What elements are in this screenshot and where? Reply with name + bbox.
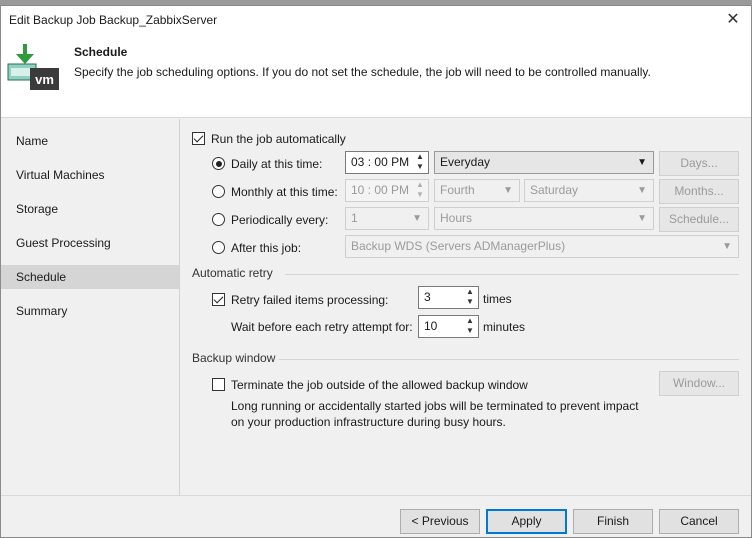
monthly-time-input[interactable]: 10 : 00 PM ▲ ▼ (345, 179, 429, 202)
schedule-panel: Run the job automatically Daily at this … (181, 119, 751, 495)
nav-item-name[interactable]: Name (1, 129, 179, 153)
monthly-week-value: Fourth (440, 183, 475, 197)
daily-time-hour: 03 (351, 155, 365, 169)
title-bar: Edit Backup Job Backup_ZabbixServer ✕ (1, 6, 751, 34)
spin-up-icon[interactable]: ▲ (464, 316, 476, 326)
edit-backup-job-dialog: Edit Backup Job Backup_ZabbixServer ✕ vm… (0, 5, 752, 538)
run-automatically-checkbox[interactable] (192, 132, 205, 145)
periodically-unit-value: Hours (440, 211, 473, 225)
nav-item-label: Storage (16, 202, 59, 216)
spin-up-icon[interactable]: ▲ (414, 180, 426, 190)
after-job-radio[interactable] (212, 241, 225, 254)
wizard-footer: < Previous Apply Finish Cancel (1, 495, 751, 537)
nav-item-summary[interactable]: Summary (1, 299, 179, 323)
months-button[interactable]: Months... (659, 179, 739, 204)
nav-item-storage[interactable]: Storage (1, 197, 179, 221)
nav-item-label: Name (16, 134, 49, 148)
monthly-day-select[interactable]: Saturday ▼ (524, 179, 654, 202)
monthly-time-value: 10 : 00 PM (351, 183, 410, 197)
monthly-day-value: Saturday (530, 183, 579, 197)
nav-item-schedule[interactable]: Schedule (1, 265, 179, 289)
spin-down-icon[interactable]: ▼ (464, 297, 476, 307)
previous-button[interactable]: < Previous (400, 509, 480, 534)
vm-schedule-icon: vm (7, 44, 59, 90)
retry-count-unit: times (483, 292, 512, 306)
spin-up-icon[interactable]: ▲ (464, 287, 476, 297)
terminate-note-line1: Long running or accidentally started job… (231, 399, 639, 413)
spin-up-icon[interactable]: ▲ (414, 152, 426, 162)
page-description: Specify the job scheduling options. If y… (74, 65, 651, 79)
terminate-window-label: Terminate the job outside of the allowed… (231, 378, 528, 392)
retry-count-value: 3 (424, 290, 431, 304)
nav-item-label: Summary (16, 304, 68, 318)
chevron-down-icon: ▼ (503, 185, 513, 196)
apply-button[interactable]: Apply (486, 509, 567, 534)
chevron-down-icon: ▼ (637, 213, 647, 224)
group-divider (285, 274, 739, 275)
automatic-retry-title: Automatic retry (192, 266, 273, 280)
daily-time-sep: : (367, 155, 372, 169)
after-job-value: Backup WDS (Servers ADManagerPlus) (351, 239, 566, 253)
wizard-nav: Name Virtual Machines Storage Guest Proc… (1, 119, 180, 495)
close-icon[interactable]: ✕ (721, 8, 745, 32)
terminate-note-line2: on your production infrastructure during… (231, 415, 506, 429)
after-job-label: After this job: (231, 241, 302, 255)
daily-time-spinner[interactable]: ▲ ▼ (412, 152, 428, 173)
after-job-select[interactable]: Backup WDS (Servers ADManagerPlus) ▼ (345, 235, 739, 258)
daily-frequency-value: Everyday (440, 155, 491, 169)
monthly-time-spinner[interactable]: ▲ ▼ (412, 180, 428, 201)
retry-count-spinner[interactable]: ▲ ▼ (462, 287, 478, 308)
daily-label: Daily at this time: (231, 157, 323, 171)
terminate-window-checkbox[interactable] (212, 378, 225, 391)
daily-radio[interactable] (212, 157, 225, 170)
monthly-label: Monthly at this time: (231, 185, 338, 199)
periodically-value-select[interactable]: 1 ▼ (345, 207, 429, 230)
periodically-value: 1 (351, 211, 358, 225)
daily-frequency-select[interactable]: Everyday ▼ (434, 151, 654, 174)
nav-item-label: Guest Processing (16, 236, 111, 250)
chevron-down-icon: ▼ (412, 213, 422, 224)
periodically-radio[interactable] (212, 213, 225, 226)
retry-wait-unit: minutes (483, 320, 526, 334)
chevron-down-icon: ▼ (637, 157, 647, 168)
spin-down-icon[interactable]: ▼ (464, 326, 476, 336)
days-button[interactable]: Days... (659, 151, 739, 176)
daily-time-ampm: PM (391, 155, 410, 169)
retry-wait-label: Wait before each retry attempt for: (231, 320, 413, 334)
group-divider (279, 359, 739, 360)
retry-wait-spinner[interactable]: ▲ ▼ (462, 316, 478, 337)
nav-item-guest-processing[interactable]: Guest Processing (1, 231, 179, 255)
vm-logo-text: vm (35, 72, 54, 87)
page-title: Schedule (74, 45, 128, 59)
spin-down-icon[interactable]: ▼ (414, 190, 426, 200)
nav-item-label: Schedule (16, 270, 67, 284)
retry-count-input[interactable]: 3 ▲ ▼ (418, 286, 479, 309)
schedule-button[interactable]: Schedule... (659, 207, 739, 232)
run-automatically-label: Run the job automatically (211, 132, 346, 146)
chevron-down-icon: ▼ (637, 185, 647, 196)
daily-time-min: 00 (374, 155, 388, 169)
retry-failed-label: Retry failed items processing: (231, 293, 389, 307)
spin-down-icon[interactable]: ▼ (414, 162, 426, 172)
nav-item-virtual-machines[interactable]: Virtual Machines (1, 163, 179, 187)
retry-wait-value: 10 (424, 319, 438, 333)
retry-failed-checkbox[interactable] (212, 293, 225, 306)
nav-item-label: Virtual Machines (16, 168, 105, 182)
monthly-radio[interactable] (212, 185, 225, 198)
window-title: Edit Backup Job Backup_ZabbixServer (9, 13, 218, 27)
monthly-week-select[interactable]: Fourth ▼ (434, 179, 520, 202)
daily-time-input[interactable]: 03 : 00 PM ▲ ▼ (345, 151, 429, 174)
cancel-button[interactable]: Cancel (659, 509, 739, 534)
wizard-header: vm Schedule Specify the job scheduling o… (1, 34, 751, 118)
chevron-down-icon: ▼ (722, 241, 732, 252)
periodically-label: Periodically every: (231, 213, 329, 227)
backup-window-title: Backup window (192, 351, 276, 365)
periodically-unit-select[interactable]: Hours ▼ (434, 207, 654, 230)
retry-wait-input[interactable]: 10 ▲ ▼ (418, 315, 479, 338)
window-button[interactable]: Window... (659, 371, 739, 396)
finish-button[interactable]: Finish (573, 509, 653, 534)
